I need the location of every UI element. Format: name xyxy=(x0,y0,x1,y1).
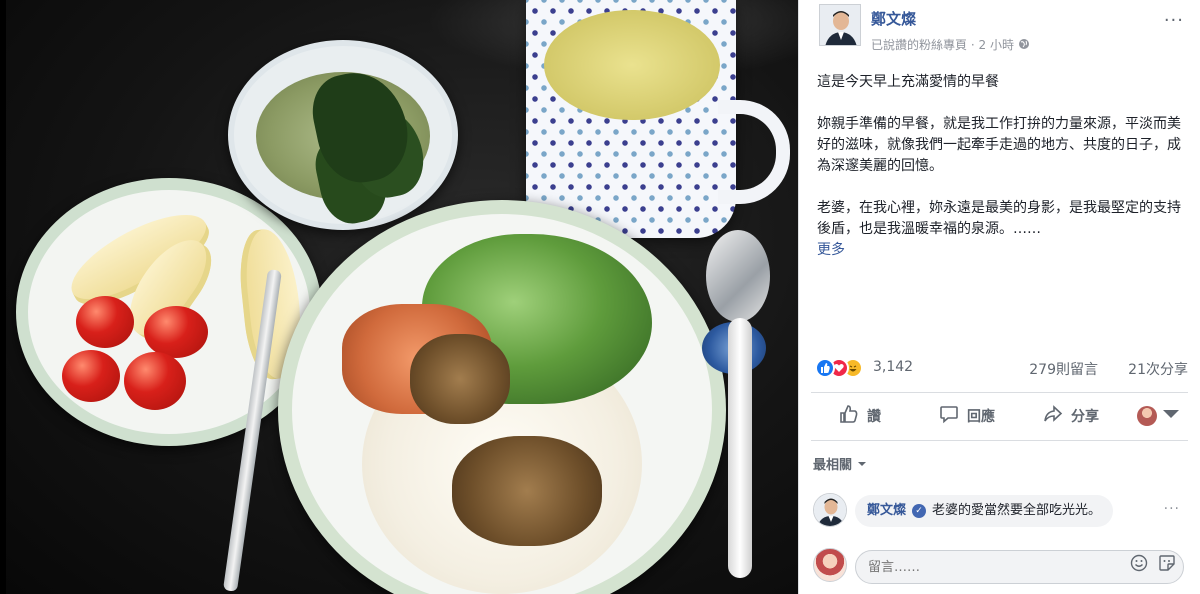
like-button[interactable]: 讚 xyxy=(839,402,881,430)
commenter-avatar[interactable] xyxy=(813,493,847,527)
see-more-link[interactable]: 更多 xyxy=(817,242,845,258)
post-options-icon[interactable]: ··· xyxy=(1164,10,1184,31)
chevron-down-icon xyxy=(857,458,867,473)
reactions-summary: 3,142 279則留言 21次分享 xyxy=(815,356,1188,382)
like-icon xyxy=(839,404,859,428)
sticker-icon[interactable] xyxy=(1158,554,1176,572)
divider xyxy=(811,440,1188,441)
spoon xyxy=(706,230,770,322)
like-label: 讚 xyxy=(867,409,881,425)
author-name[interactable]: 鄭文燦 xyxy=(871,8,916,29)
divider xyxy=(811,392,1188,393)
comment-count[interactable]: 279則留言 xyxy=(1029,359,1098,379)
commenter-name[interactable]: 鄭文燦 xyxy=(867,495,906,527)
post-time[interactable]: 2 小時 xyxy=(979,38,1014,52)
post-actions: 讚 回應 分享 xyxy=(811,394,1188,438)
composer-tools xyxy=(1130,554,1176,572)
share-button[interactable]: 分享 xyxy=(1043,402,1099,430)
post-paragraph: 妳親手準備的早餐，就是我工作打拚的力量來源，平淡而美好的滋味，就像我們一起牽手走… xyxy=(817,116,1181,174)
mug-handle xyxy=(718,100,790,204)
post-source[interactable]: 已說讚的粉絲專頁 xyxy=(871,38,967,52)
share-icon xyxy=(1043,404,1063,428)
post-paragraph: 這是今天早上充滿愛情的早餐 xyxy=(817,74,999,90)
breakfast-photo[interactable] xyxy=(6,0,798,594)
globe-icon xyxy=(1018,38,1030,52)
like-reaction-icon xyxy=(815,358,835,378)
soup-bowl xyxy=(228,40,458,230)
post-meta: 已說讚的粉絲專頁 · 2 小時 xyxy=(871,36,1030,53)
meta-separator: · xyxy=(970,38,975,52)
react-as-selector[interactable] xyxy=(1137,402,1181,430)
share-count[interactable]: 21次分享 xyxy=(1128,359,1188,379)
comment-item: 鄭文燦 ✓ 老婆的愛當然要全部吃光光。 ··· xyxy=(813,493,1188,533)
comment-composer xyxy=(813,546,1188,586)
my-avatar xyxy=(813,548,847,582)
rice-plate xyxy=(278,200,726,594)
photo-viewer[interactable] xyxy=(0,0,798,594)
post-paragraph-text: 老婆，在我心裡，妳永遠是最美的身影，是我最堅定的支持後盾，也是我溫暖幸福的泉源。… xyxy=(817,200,1181,237)
author-avatar[interactable] xyxy=(819,4,861,46)
tea-mug xyxy=(526,0,736,238)
comment-options-icon[interactable]: ··· xyxy=(1164,501,1180,517)
comment-sort-label: 最相關 xyxy=(813,458,853,473)
comment-bubble: 鄭文燦 ✓ 老婆的愛當然要全部吃光光。 xyxy=(855,495,1114,527)
emoji-icon[interactable] xyxy=(1130,554,1148,572)
comment-text: 老婆的愛當然要全部吃光光。 xyxy=(932,503,1102,518)
share-label: 分享 xyxy=(1071,409,1099,425)
post-sidebar: 鄭文燦 已說讚的粉絲專頁 · 2 小時 ··· 這是今天早上充滿愛情的早餐 妳親… xyxy=(798,0,1200,594)
post-body: 這是今天早上充滿愛情的早餐 妳親手準備的早餐，就是我工作打拚的力量來源，平淡而美… xyxy=(817,72,1187,261)
comment-button[interactable]: 回應 xyxy=(939,402,995,430)
spoon-handle xyxy=(728,318,752,578)
reaction-count[interactable]: 3,142 xyxy=(873,359,913,375)
verified-icon: ✓ xyxy=(912,504,927,518)
viewer-avatar xyxy=(1137,406,1157,426)
comment-sort-dropdown[interactable]: 最相關 xyxy=(813,454,867,473)
chevron-down-icon xyxy=(1161,404,1181,428)
post-header: 鄭文燦 已說讚的粉絲專頁 · 2 小時 ··· xyxy=(813,4,1190,52)
reaction-icons[interactable] xyxy=(815,358,871,378)
comment-icon xyxy=(939,404,959,428)
post-paragraph: 老婆，在我心裡，妳永遠是最美的身影，是我最堅定的支持後盾，也是我溫暖幸福的泉源。… xyxy=(817,198,1187,261)
comment-label: 回應 xyxy=(967,409,995,425)
